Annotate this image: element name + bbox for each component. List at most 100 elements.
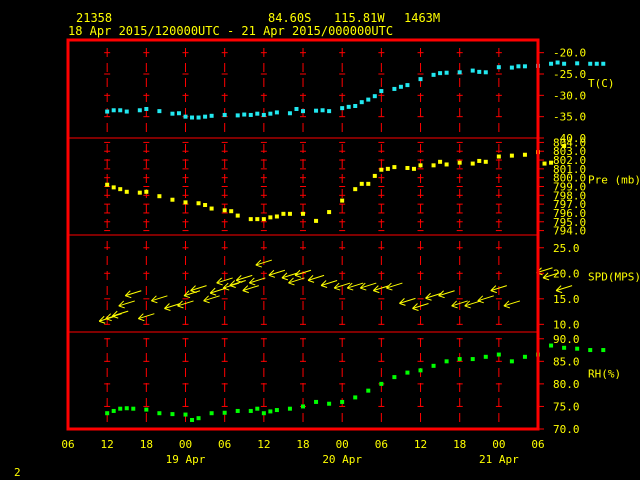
temperature-point <box>183 114 188 119</box>
temperature-point <box>203 114 208 119</box>
wind-barb-head <box>177 305 184 309</box>
pressure-point <box>209 206 214 211</box>
humidity-point <box>392 375 397 380</box>
temperature-point <box>111 108 116 113</box>
pressure-point <box>287 211 292 216</box>
wind-barb <box>248 277 266 286</box>
x-tick-label: 12 <box>414 438 427 451</box>
temperature-point <box>398 84 403 89</box>
wind-barb-head <box>164 307 171 311</box>
temperature-point <box>496 65 501 70</box>
x-tick-label: 18 <box>140 438 153 451</box>
pressure-point <box>405 165 410 170</box>
humidity-point <box>248 408 253 413</box>
humidity-point <box>170 412 175 417</box>
temperature-point <box>242 112 247 117</box>
temperature-point <box>516 64 521 69</box>
wind-barb-head <box>203 300 210 304</box>
pressure-point <box>359 181 364 186</box>
humidity-point <box>457 357 462 362</box>
humidity-point <box>588 348 593 353</box>
temperature-point <box>575 61 580 66</box>
humidity-point <box>255 406 260 411</box>
humidity-point <box>268 409 273 414</box>
temperature-point <box>372 94 377 99</box>
pressure-point <box>203 203 208 208</box>
wind-barb-head <box>542 277 550 281</box>
wind-barb <box>438 290 455 299</box>
humidity-point <box>509 359 514 364</box>
temperature-point <box>588 61 593 66</box>
wind-barb <box>399 297 416 306</box>
pressure-point <box>105 182 110 187</box>
temperature-point <box>379 89 384 94</box>
temperature-point <box>438 71 443 76</box>
wind-barb-head <box>307 279 315 283</box>
temperature-point <box>235 113 240 118</box>
x-tick-label: 12 <box>101 438 114 451</box>
wind-barb-head <box>347 287 354 291</box>
wind-barb <box>203 295 220 304</box>
temperature-point <box>196 115 201 120</box>
pressure-point <box>255 217 260 222</box>
humidity-point <box>261 411 266 416</box>
pressure-point <box>111 185 116 190</box>
wind-barb-head <box>249 282 256 286</box>
wind-barb-head <box>288 282 295 286</box>
y-tick-label: -20.0 <box>553 47 586 60</box>
panel-label: SPD(MPS) <box>588 271 640 284</box>
humidity-point <box>431 363 436 368</box>
humidity-point <box>340 399 345 404</box>
wind-barb-head <box>399 302 406 306</box>
temperature-point <box>346 104 351 109</box>
humidity-point <box>562 345 567 350</box>
humidity-point <box>522 354 527 359</box>
wind-barb <box>307 274 325 283</box>
pressure-point <box>261 217 266 222</box>
wind-barb <box>118 300 135 309</box>
wind-barb-head <box>294 274 302 278</box>
y-tick-label: 20.0 <box>553 267 580 280</box>
humidity-point <box>601 348 606 353</box>
temperature-point <box>477 69 482 74</box>
wind-barb-head <box>281 277 289 281</box>
temperature-point <box>509 65 514 70</box>
pressure-point <box>418 163 423 168</box>
wind-barb-head <box>151 300 158 304</box>
y-tick-label: 85.0 <box>553 355 580 368</box>
pressure-point <box>118 187 123 192</box>
wind-barb-head <box>99 320 106 324</box>
temperature-point <box>105 109 110 114</box>
meteogram-chart: 06 12 18 00 06 12 18 00 06 12 18 00 06 19 Apr 20 Apr 21… <box>61 38 640 466</box>
x-tick-label: 00 <box>336 438 349 451</box>
humidity-point <box>190 417 195 422</box>
temperature-point <box>470 68 475 73</box>
temperature-point <box>601 61 606 66</box>
temperature-point <box>261 112 266 117</box>
x-day-label: 21 Apr <box>479 453 519 466</box>
wind-barb-head <box>320 285 328 288</box>
humidity-point <box>222 410 227 415</box>
humidity-point <box>235 408 240 413</box>
wind-barb <box>320 280 338 288</box>
wind-barb-head <box>216 282 223 286</box>
humidity-point <box>496 352 501 357</box>
temperature-point <box>594 61 599 66</box>
wind-barb-head <box>268 274 276 278</box>
wind-barb-head <box>118 305 125 309</box>
temperature-point <box>118 108 123 113</box>
wind-barb-head <box>412 307 419 311</box>
pressure-point <box>196 201 201 206</box>
temperature-point <box>431 72 436 77</box>
x-tick-label: 18 <box>453 438 466 451</box>
wind-barb-head <box>373 290 380 294</box>
pressure-point <box>340 198 345 203</box>
pressure-point <box>274 214 279 219</box>
pressure-point <box>222 208 227 213</box>
humidity-point <box>444 359 449 364</box>
temperature-point <box>137 108 142 113</box>
temperature-point <box>209 113 214 118</box>
wind-barb-head <box>138 318 145 322</box>
temperature-point <box>222 112 227 117</box>
humidity-point <box>196 416 201 421</box>
